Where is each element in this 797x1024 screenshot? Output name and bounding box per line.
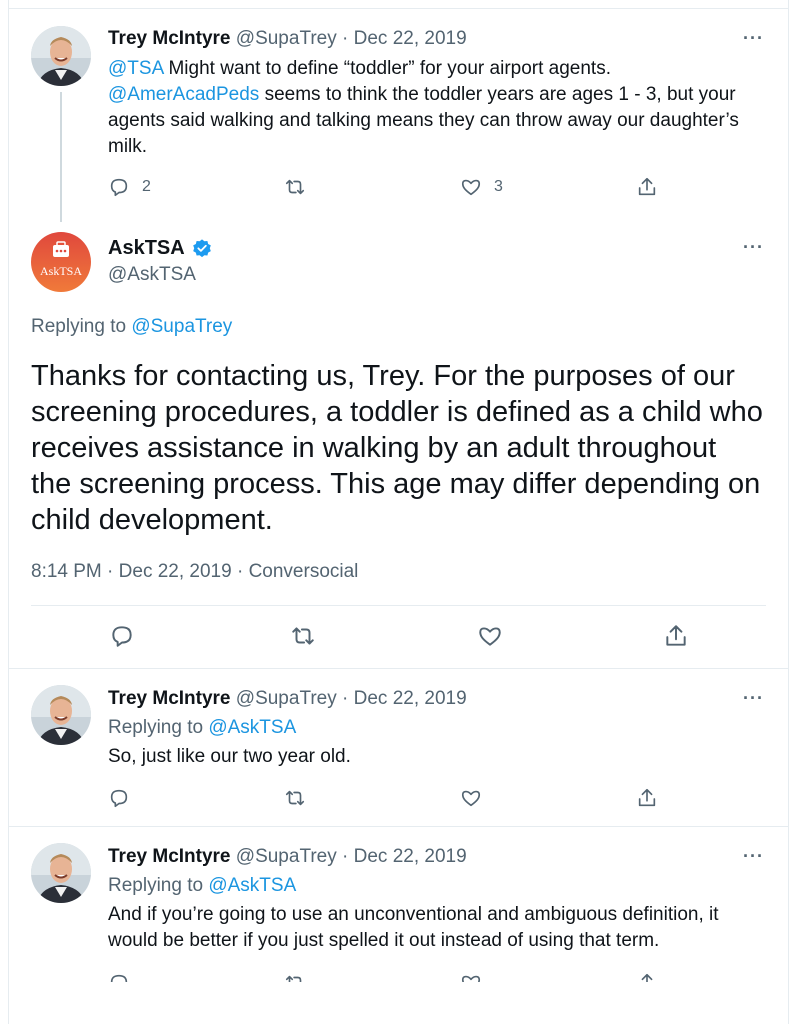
tweet-focused: AskTSA AskTSA @AskTSA ··· Replying to @S… [9,0,788,668]
meta-divider [31,605,766,606]
replying-prefix: Replying to [108,717,204,738]
tweet-text: Thanks for contacting us, Trey. For the … [31,360,763,536]
like-icon [461,790,481,807]
replying-to: Replying to @AskTSA [108,873,296,899]
author-handle[interactable]: @SupaTrey [236,688,337,709]
avatar-label: AskTSA [40,264,82,278]
author-name[interactable]: Trey McIntyre [108,688,231,709]
mention-link[interactable]: @SupaTrey [131,316,232,337]
tweet-source[interactable]: Conversocial [249,561,359,582]
share-icon [638,788,656,807]
separator: · [107,561,114,582]
author-handle[interactable]: @AskTSA [108,264,196,286]
tweet-reply[interactable]: Trey McIntyre @SupaTrey · Dec 22, 2019 ·… [9,669,788,826]
reply-button[interactable] [108,784,130,812]
tweet-header: Trey McIntyre @SupaTrey · Dec 22, 2019 [108,688,467,710]
separator: · [342,688,349,709]
tweet-actions [9,622,788,654]
timeline: Trey McIntyre @SupaTrey · Dec 22, 2019 ·… [8,0,789,1024]
share-icon [666,625,686,646]
replying-prefix: Replying to [108,875,204,896]
tweet-time[interactable]: 8:14 PM [31,561,102,582]
tweet-text: And if you’re going to use an unconventi… [108,904,719,951]
more-icon[interactable]: ··· [743,688,764,709]
avatar[interactable] [31,843,91,903]
retweet-button[interactable] [284,784,306,812]
reply-button[interactable] [109,622,135,650]
mention-link[interactable]: @AskTSA [208,717,296,738]
tweet-text: So, just like our two year old. [108,746,351,767]
reply-icon [110,789,128,808]
verified-icon [192,238,211,257]
author-name[interactable]: Trey McIntyre [108,846,231,867]
replying-prefix: Replying to [31,316,127,337]
avatar[interactable] [31,685,91,745]
tweet-header: Trey McIntyre @SupaTrey · Dec 22, 2019 [108,846,467,868]
mention-link[interactable]: @AskTSA [208,875,296,896]
separator: · [342,846,349,867]
replying-to: Replying to @AskTSA [108,715,296,741]
retweet-icon [285,790,305,806]
like-button[interactable] [477,622,503,650]
tweet-date[interactable]: Dec 22, 2019 [354,846,467,867]
more-icon[interactable]: ··· [743,237,764,258]
like-button[interactable] [460,784,482,812]
like-icon [479,627,501,646]
more-icon[interactable]: ··· [743,846,764,867]
bottom-cutoff [9,982,788,1024]
separator: · [236,561,244,582]
tweet-date[interactable]: Dec 22, 2019 [119,561,232,582]
reply-icon [112,626,132,647]
author-name[interactable]: AskTSA [108,237,213,260]
share-button[interactable] [636,784,658,812]
share-button[interactable] [663,622,689,650]
avatar-asktsa[interactable]: AskTSA [31,232,91,292]
retweet-icon [292,627,314,645]
tweet-actions [108,784,728,812]
replying-to: Replying to @SupaTrey [31,316,232,338]
tweet-date[interactable]: Dec 22, 2019 [354,688,467,709]
author-name-text: AskTSA [108,237,185,259]
tweet-meta: 8:14 PM · Dec 22, 2019 · Conversocial [31,561,358,583]
retweet-button[interactable] [290,622,316,650]
author-handle[interactable]: @SupaTrey [236,846,337,867]
